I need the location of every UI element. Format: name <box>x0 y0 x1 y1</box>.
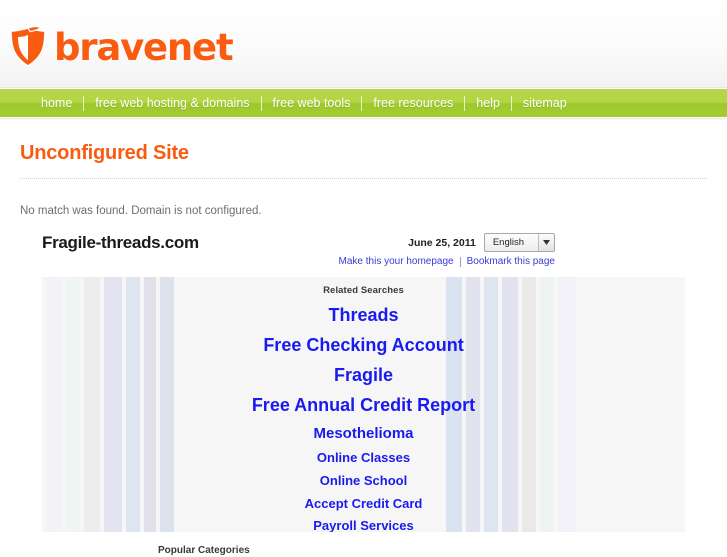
current-date: June 25, 2011 <box>408 236 476 249</box>
popular-categories-heading: Popular Categories <box>158 545 250 556</box>
bookmark-page-link[interactable]: Bookmark this page <box>467 256 555 267</box>
related-search-link[interactable]: Online Classes <box>42 451 685 466</box>
nav-item-resources[interactable]: free resources <box>362 97 464 110</box>
related-searches-list: Threads Free Checking Account Fragile Free … <box>42 305 685 532</box>
domain-name: Fragile-threads.com <box>42 233 199 252</box>
chevron-down-icon[interactable] <box>538 234 554 251</box>
related-search-link[interactable]: Payroll Services <box>42 519 685 532</box>
bravenet-logo[interactable]: bravenet <box>8 25 234 69</box>
related-search-link[interactable]: Mesothelioma <box>42 425 685 443</box>
link-separator <box>459 256 461 267</box>
main-navigation: home free web hosting & domains free web… <box>0 88 727 118</box>
language-select[interactable]: English <box>483 233 555 252</box>
related-searches-box: Related Searches Threads Free Checking Ac… <box>42 277 685 532</box>
bravenet-wordmark: bravenet <box>54 25 234 69</box>
related-search-link[interactable]: Accept Credit Card <box>42 496 685 512</box>
title-divider <box>20 178 707 179</box>
page-action-links: Make this your homepage Bookmark this pa… <box>285 255 555 268</box>
related-searches-content: Related Searches Threads Free Checking Ac… <box>42 277 685 532</box>
related-search-link[interactable]: Fragile <box>42 365 685 385</box>
nav-item-hosting[interactable]: free web hosting & domains <box>84 97 260 110</box>
related-search-link[interactable]: Online School <box>42 473 685 489</box>
related-search-link[interactable]: Free Annual Credit Report <box>42 395 685 415</box>
date-and-language-row: June 25, 2011 English <box>285 233 555 252</box>
page-body: Unconfigured Site No match was found. Do… <box>0 142 727 557</box>
nav-item-sitemap[interactable]: sitemap <box>512 97 578 110</box>
related-search-link[interactable]: Free Checking Account <box>42 335 685 355</box>
site-header: bravenet <box>0 0 727 88</box>
related-searches-heading: Related Searches <box>323 285 404 296</box>
make-homepage-link[interactable]: Make this your homepage <box>339 256 454 267</box>
nav-item-web-tools[interactable]: free web tools <box>262 97 362 110</box>
page-message: No match was found. Domain is not config… <box>20 205 262 217</box>
nav-list: home free web hosting & domains free web… <box>0 89 727 117</box>
parked-header-right: June 25, 2011 English Make this your hom… <box>285 233 555 268</box>
bravenet-shield-icon <box>8 26 48 68</box>
parked-header: Fragile-threads.com June 25, 2011 Englis… <box>42 233 685 267</box>
nav-item-home[interactable]: home <box>30 97 83 110</box>
page-title: Unconfigured Site <box>20 142 189 164</box>
language-select-value: English <box>492 237 524 248</box>
related-search-link[interactable]: Threads <box>42 305 685 325</box>
nav-item-help[interactable]: help <box>465 97 511 110</box>
parked-domain-panel: Fragile-threads.com June 25, 2011 Englis… <box>20 233 707 557</box>
